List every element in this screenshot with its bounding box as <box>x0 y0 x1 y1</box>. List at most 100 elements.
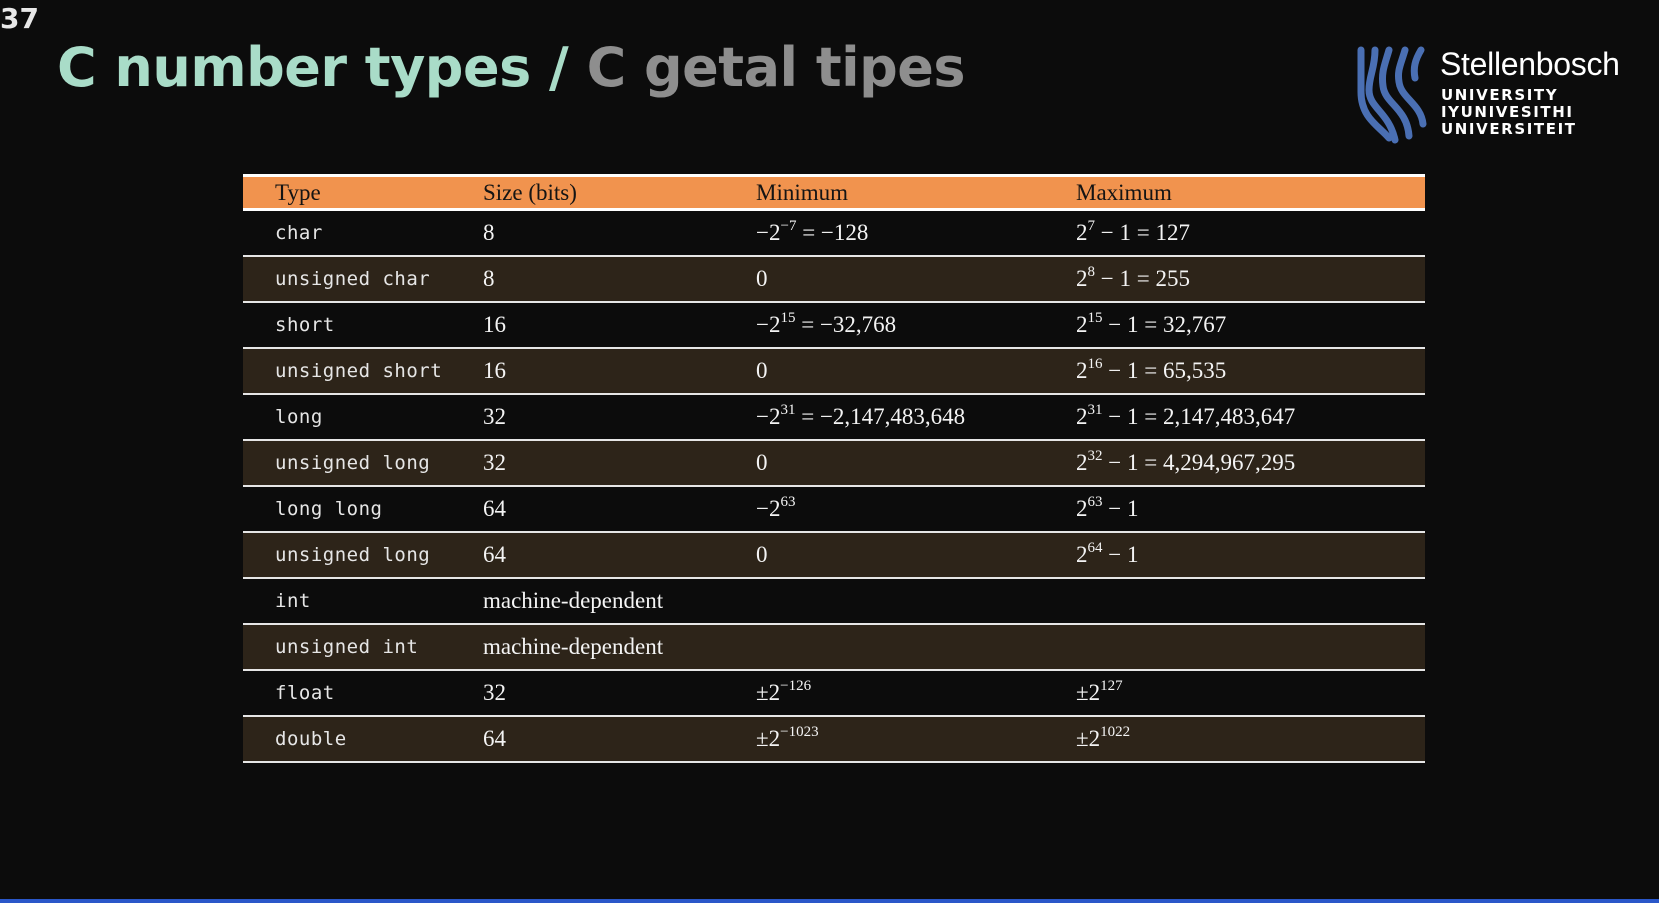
value-text: 2 <box>1076 541 1088 567</box>
size-cell: 16 <box>483 357 506 383</box>
minimum-cell: 0 <box>756 348 1076 394</box>
exponent: 1022 <box>1100 723 1131 740</box>
value-text: 2 <box>1076 265 1088 291</box>
table-row: char 8 −2−7 = −128 27 − 1 = 127 <box>243 210 1425 256</box>
exponent: 15 <box>1087 309 1103 326</box>
value-text: = −2,147,483,648 <box>795 403 966 429</box>
logo-subtitle-xhosa: IYUNIVESITHI <box>1441 103 1574 121</box>
value-text: 2 <box>1076 311 1088 337</box>
maximum-cell: 215 − 1 = 32,767 <box>1076 302 1425 348</box>
header-maximum: Maximum <box>1076 175 1425 211</box>
value-text: 2 <box>1076 357 1088 383</box>
title-english: C number types <box>57 36 531 99</box>
maximum-cell: 264 − 1 <box>1076 532 1425 578</box>
maximum-cell: 231 − 1 = 2,147,483,647 <box>1076 394 1425 440</box>
minimum-cell: 0 <box>756 532 1076 578</box>
maximum-cell: 27 − 1 = 127 <box>1076 210 1425 256</box>
type-cell: long <box>275 405 323 428</box>
table-row: unsigned short 16 0 216 − 1 = 65,535 <box>243 347 1425 394</box>
size-cell: machine-dependent <box>483 587 664 613</box>
value-text: − 1 = 255 <box>1095 265 1190 291</box>
type-cell: unsigned char <box>275 267 431 290</box>
type-cell: unsigned long <box>275 543 431 566</box>
value-text: 2 <box>1076 219 1088 245</box>
exponent: 127 <box>1100 677 1123 694</box>
value-text: 0 <box>756 265 768 291</box>
header-size: Size (bits) <box>483 175 756 211</box>
number-types-table: Type Size (bits) Minimum Maximum char 8 −2… <box>243 174 1425 763</box>
stellenbosch-logo: Stellenbosch UNIVERSITY IYUNIVESITHI UNI… <box>1355 44 1625 144</box>
maximum-cell: ±2127 <box>1076 670 1425 716</box>
table-row: float 32 ±2−126 ±2127 <box>243 670 1425 716</box>
exponent: −1023 <box>780 723 819 740</box>
maximum-cell: 232 − 1 = 4,294,967,295 <box>1076 440 1425 486</box>
maximum-cell: 28 − 1 = 255 <box>1076 256 1425 302</box>
type-cell: long long <box>275 497 383 520</box>
size-cell: 64 <box>483 541 506 567</box>
minimum-cell: −215 = −32,768 <box>756 302 1076 348</box>
exponent: 63 <box>780 493 796 510</box>
slide-title: C number types / C getal tipes <box>57 36 966 99</box>
type-cell: unsigned int <box>275 635 419 658</box>
exponent: 31 <box>780 401 796 418</box>
value-text: − 1 <box>1102 495 1139 521</box>
logo-subtitle-english: UNIVERSITY <box>1441 86 1559 104</box>
logo-subtitle-afrikaans: UNIVERSITEIT <box>1441 120 1577 138</box>
size-cell: 64 <box>483 495 506 521</box>
minimum-cell: 0 <box>756 256 1076 302</box>
table-row: unsigned long 64 0 264 − 1 <box>243 531 1425 578</box>
slide-number: 37 <box>0 2 39 35</box>
value-text: 0 <box>756 357 768 383</box>
table-row: short 16 −215 = −32,768 215 − 1 = 32,767 <box>243 302 1425 348</box>
type-cell: float <box>275 681 335 704</box>
exponent: 16 <box>1087 355 1103 372</box>
title-separator: / <box>530 36 587 99</box>
size-cell: 32 <box>483 679 506 705</box>
value-text: −2 <box>756 495 781 521</box>
minimum-cell: −263 <box>756 486 1076 532</box>
table-body: char 8 −2−7 = −128 27 − 1 = 127 unsigned cha… <box>243 210 1425 762</box>
value-text: 2 <box>1076 449 1088 475</box>
maximum-cell: 216 − 1 = 65,535 <box>1076 348 1425 394</box>
exponent: 32 <box>1087 447 1103 464</box>
table-row: int machine-dependent <box>243 578 1425 624</box>
value-text: ±2 <box>1076 725 1101 751</box>
value-text: 0 <box>756 541 768 567</box>
minimum-cell: ±2−1023 <box>756 716 1076 762</box>
value-text: − 1 = 4,294,967,295 <box>1102 449 1296 475</box>
header-type: Type <box>243 175 483 211</box>
minimum-cell: ±2−126 <box>756 670 1076 716</box>
minimum-cell: −231 = −2,147,483,648 <box>756 394 1076 440</box>
size-cell: 32 <box>483 449 506 475</box>
value-text: 2 <box>1076 403 1088 429</box>
value-text: −2 <box>756 219 781 245</box>
value-text: − 1 = 127 <box>1095 219 1190 245</box>
header-minimum: Minimum <box>756 175 1076 211</box>
size-cell: 32 <box>483 403 506 429</box>
exponent: 15 <box>780 309 796 326</box>
table-row: long 32 −231 = −2,147,483,648 231 − 1 = 2,1… <box>243 394 1425 440</box>
value-text: − 1 = 2,147,483,647 <box>1102 403 1296 429</box>
exponent: 64 <box>1087 539 1103 556</box>
type-cell: unsigned short <box>275 359 443 382</box>
type-cell: char <box>275 221 323 244</box>
logo-name: Stellenbosch <box>1440 46 1620 82</box>
type-cell: double <box>275 727 347 750</box>
value-text: − 1 = 65,535 <box>1102 357 1227 383</box>
minimum-cell <box>756 624 1076 670</box>
size-cell: 64 <box>483 725 506 751</box>
maximum-cell: ±21022 <box>1076 716 1425 762</box>
exponent: 8 <box>1087 263 1096 280</box>
minimum-cell: 0 <box>756 440 1076 486</box>
value-text: 0 <box>756 449 768 475</box>
size-cell: machine-dependent <box>483 633 664 659</box>
exponent: 31 <box>1087 401 1103 418</box>
type-cell: int <box>275 589 311 612</box>
value-text: ±2 <box>756 679 781 705</box>
bottom-accent-bar <box>0 899 1659 903</box>
minimum-cell <box>756 578 1076 624</box>
value-text: = −128 <box>796 219 869 245</box>
table-row: unsigned int machine-dependent <box>243 623 1425 670</box>
exponent: 7 <box>1087 218 1096 235</box>
value-text: − 1 <box>1102 541 1139 567</box>
